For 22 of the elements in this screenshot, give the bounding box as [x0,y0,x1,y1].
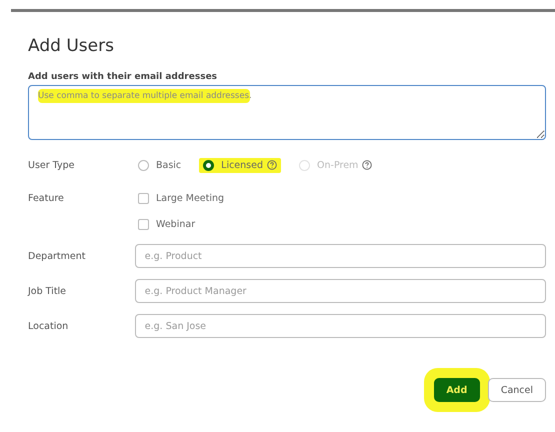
help-icon[interactable] [267,160,278,170]
radio-label: On-Prem [317,160,358,170]
text-input-field[interactable]: e.g. Product Manager [134,279,546,303]
field-label: Job Title [28,286,68,296]
field-label: Location [28,320,70,332]
feature-label: Feature [28,193,65,204]
email-label: Add users with their email addresses [28,72,218,82]
field-label: Department [28,250,86,262]
checkbox-label: Webinar [156,219,196,230]
radio-button[interactable] [138,160,149,170]
add-button[interactable]: Add [434,378,480,402]
radio-button[interactable] [203,160,214,170]
cancel-button[interactable]: Cancel [488,378,546,402]
text-input-field[interactable]: e.g. San Jose [134,314,546,338]
radio-label: Licensed [221,160,264,170]
checkbox-label: Large Meeting [156,193,224,204]
checkbox[interactable] [138,193,149,204]
text-input-field[interactable]: e.g. Product [134,244,546,268]
dialog-title: Add Users [28,36,115,58]
user-type-label: User Type [28,160,76,170]
radio-label: Basic [156,160,182,170]
checkbox[interactable] [138,219,149,230]
